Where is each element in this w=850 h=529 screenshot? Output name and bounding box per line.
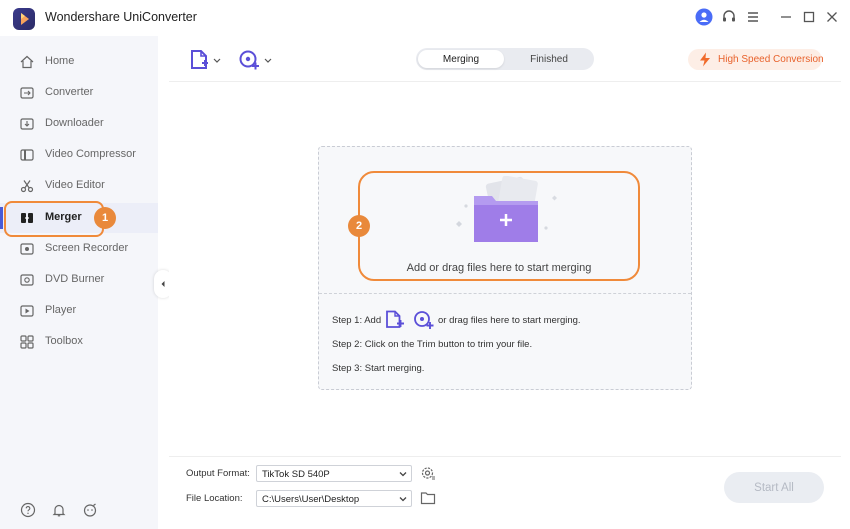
lightning-icon [700,52,710,67]
sidebar-item-label: Home [45,55,75,67]
menu-icon[interactable] [743,7,763,27]
sidebar-item-video-editor[interactable]: Video Editor [0,171,158,201]
add-dvd-icon [239,50,272,70]
sidebar-item-downloader[interactable]: Downloader [0,109,158,139]
compress-icon [20,149,34,161]
home-icon [20,55,34,69]
tab-finished[interactable]: Finished [506,50,592,68]
maximize-icon[interactable] [799,7,819,27]
headset-icon[interactable] [719,7,739,27]
minimize-icon[interactable] [776,7,796,27]
help-icon[interactable] [20,502,36,518]
sidebar-item-label: Converter [45,86,94,98]
sidebar-item-label: DVD Burner [45,273,105,285]
chevron-down-icon [399,497,407,502]
sidebar-item-label: Video Compressor [45,148,136,160]
grid-icon [20,335,34,349]
add-dvd-icon[interactable] [413,310,437,330]
step-3-text: Step 3: Start merging. [332,363,425,374]
merging-finished-toggle: Merging Finished [416,48,594,70]
disc-icon [20,274,34,286]
sidebar-item-label: Toolbox [45,335,83,347]
format-settings-icon[interactable] [420,465,436,481]
active-indicator [0,207,3,229]
user-icon[interactable] [694,7,714,27]
output-format-label: Output Format: [186,468,250,479]
add-file-icon [191,50,221,69]
drop-zone-label: Add or drag files here to start merging [406,262,592,274]
add-files-button[interactable] [189,48,223,72]
footer-divider [169,456,841,457]
sidebar-item-screen-recorder[interactable]: Screen Recorder [0,234,158,264]
record-icon [20,243,34,255]
sidebar-item-toolbox[interactable]: Toolbox [0,327,158,357]
callout-badge-2: 2 [348,215,370,237]
callout-badge-1: 1 [94,207,116,229]
title-bar: Wondershare UniConverter [0,0,850,36]
close-icon[interactable] [822,7,842,27]
sidebar-item-converter[interactable]: Converter [0,78,158,108]
add-file-icon[interactable] [385,310,407,330]
tab-merging[interactable]: Merging [418,50,504,68]
converter-icon [20,87,34,99]
high-speed-label: High Speed Conversion [718,54,824,65]
output-format-select[interactable]: TikTok SD 540P [256,465,412,482]
file-location-value: C:\Users\User\Desktop [262,494,360,505]
file-location-select[interactable]: C:\Users\User\Desktop [256,490,412,507]
sidebar-item-video-compressor[interactable]: Video Compressor [0,140,158,170]
bell-icon[interactable] [51,502,67,518]
sidebar-item-player[interactable]: Player [0,296,158,326]
scissors-icon [20,180,34,193]
sidebar-item-label: Downloader [45,117,104,129]
app-title: Wondershare UniConverter [45,10,197,24]
chevron-left-icon [161,281,165,287]
step-1-text: Step 1: Add [332,315,381,326]
app-logo-icon [13,8,35,30]
folder-icon[interactable] [420,491,436,505]
download-icon [20,118,34,130]
sidebar-item-home[interactable]: Home [0,47,158,77]
merger-callout-highlight [4,201,104,237]
output-format-value: TikTok SD 540P [262,469,330,480]
feedback-icon[interactable] [82,502,98,518]
step-1-suffix: or drag files here to start merging. [438,315,581,326]
file-location-label: File Location: [186,493,243,504]
sidebar-item-label: Screen Recorder [45,242,129,254]
play-icon [20,305,34,317]
chevron-down-icon [399,472,407,477]
high-speed-conversion-button[interactable]: High Speed Conversion [688,49,824,70]
start-all-button[interactable]: Start All [724,472,824,503]
dropzone-divider [319,293,691,294]
sidebar-item-label: Video Editor [45,179,105,191]
sidebar-item-label: Player [45,304,77,316]
add-dvd-button[interactable] [238,48,274,72]
sidebar-item-dvd-burner[interactable]: DVD Burner [0,265,158,295]
step-2-text: Step 2: Click on the Trim button to trim… [332,339,533,350]
step-1-prefix: Step 1: Add [332,315,382,326]
